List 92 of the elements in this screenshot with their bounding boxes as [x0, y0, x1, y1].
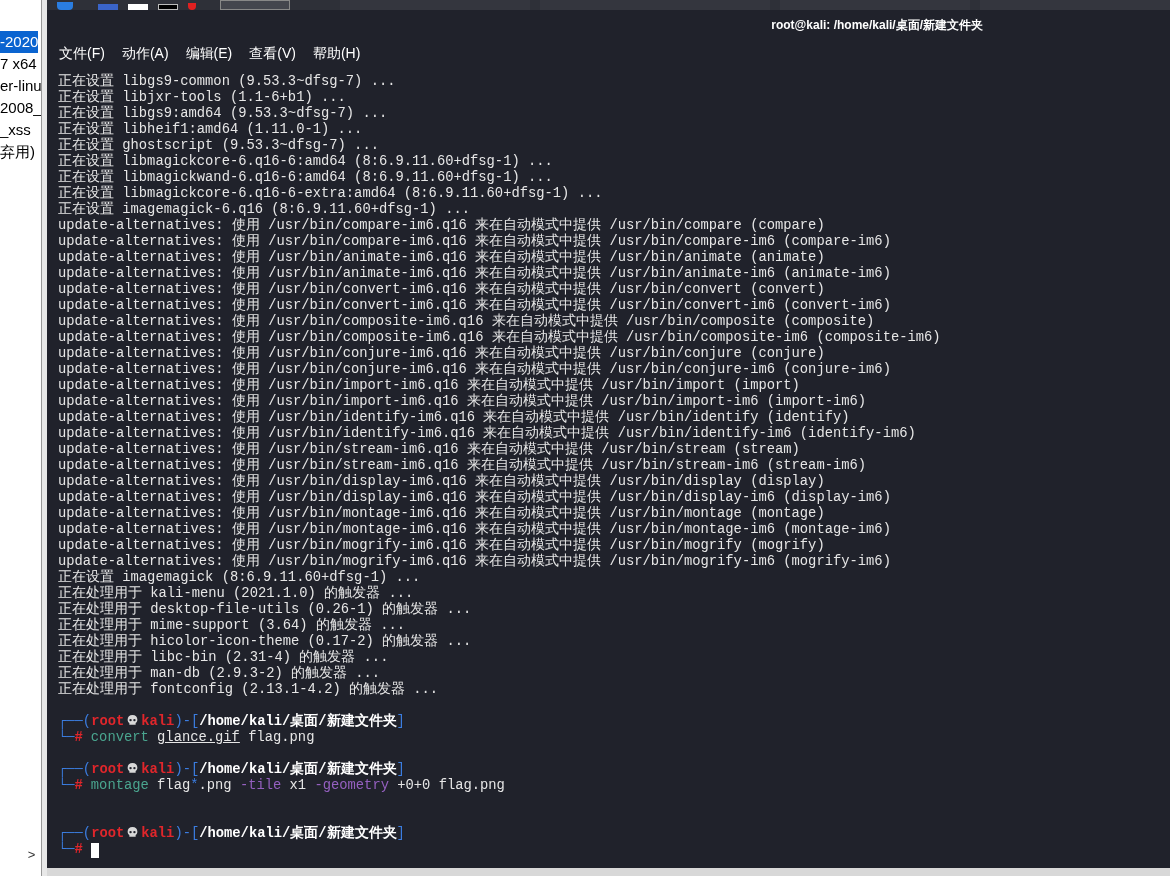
prompt-user: root	[91, 714, 125, 729]
prompt-frame: ]	[396, 826, 405, 841]
app-icon[interactable]	[158, 4, 178, 10]
terminal-line: update-alternatives: 使用 /usr/bin/montage-im6.q16 来在自动模式中提供 /usr/bin/montage (montage)	[58, 506, 825, 521]
terminal-line: 正在处理用于 man-db (2.9.3-2) 的触发器 ...	[58, 666, 381, 681]
terminal-line: update-alternatives: 使用 /usr/bin/animate-im6.q16 来在自动模式中提供 /usr/bin/animate-im6 (animate-im6)	[58, 266, 891, 281]
prompt-frame: )-[	[174, 826, 200, 841]
terminal-line: update-alternatives: 使用 /usr/bin/import-im6.q16 来在自动模式中提供 /usr/bin/import (import)	[58, 378, 800, 393]
terminal-line: 正在处理用于 desktop-file-utils (0.26-1) 的触发器 ...	[58, 602, 472, 617]
prompt-symbol: #	[74, 778, 83, 794]
terminal-line: 正在设置 libmagickcore-6.q16-6-extra:amd64 (8:6.9.11.60+dfsg-1) ...	[58, 186, 603, 201]
glob-symbol: *	[190, 778, 199, 794]
prompt-host: kali	[141, 762, 175, 777]
terminal-line: 正在设置 libgs9:amd64 (9.53.3~dfsg-7) ...	[58, 106, 388, 121]
command-argument: +0+0 flag.png	[396, 778, 505, 794]
terminal-line: 正在设置 libjxr-tools (1.1-6+b1) ...	[58, 90, 346, 105]
terminal-line: 正在设置 libheif1:amd64 (1.11.0-1) ...	[58, 122, 363, 137]
prompt-frame: ┌──(	[58, 826, 92, 841]
terminal-line: update-alternatives: 使用 /usr/bin/compare-im6.q16 来在自动模式中提供 /usr/bin/compare (compare)	[58, 218, 825, 233]
menu-item[interactable]: 帮助(H)	[312, 42, 361, 64]
menu-item[interactable]: 查看(V)	[249, 42, 296, 64]
menu-item[interactable]: 编辑(E)	[185, 42, 233, 64]
terminal-line: update-alternatives: 使用 /usr/bin/conjure-im6.q16 来在自动模式中提供 /usr/bin/conjure (conjure)	[58, 346, 825, 361]
terminal-line: update-alternatives: 使用 /usr/bin/conjure-im6.q16 来在自动模式中提供 /usr/bin/conjure-im6 (conjure-im6)	[58, 362, 891, 377]
terminal-line: 正在设置 imagemagick (8:6.9.11.60+dfsg-1) ...	[58, 570, 421, 585]
terminal-line: 正在处理用于 fontconfig (2.13.1-4.2) 的触发器 ...	[58, 682, 439, 698]
prompt-frame: └─	[58, 778, 75, 794]
terminal-line: update-alternatives: 使用 /usr/bin/identify-im6.q16 来在自动模式中提供 /usr/bin/identify (identify)	[58, 410, 850, 425]
terminal-line: update-alternatives: 使用 /usr/bin/import-im6.q16 来在自动模式中提供 /usr/bin/import-im6 (import-im6)	[58, 394, 867, 409]
terminal-line: 正在处理用于 mime-support (3.64) 的触发器 ...	[58, 618, 405, 633]
prompt-frame: └─	[58, 730, 75, 746]
terminal-line: update-alternatives: 使用 /usr/bin/mogrify-im6.q16 来在自动模式中提供 /usr/bin/mogrify (mogrify)	[58, 538, 825, 553]
prompt-user: root	[91, 826, 125, 841]
terminal-line: update-alternatives: 使用 /usr/bin/convert-im6.q16 来在自动模式中提供 /usr/bin/convert-im6 (convert-im6)	[58, 298, 891, 313]
window-title: root@kali: /home/kali/桌面/新建文件夹	[771, 17, 983, 34]
list-item[interactable]: 7 x64	[0, 53, 37, 75]
terminal-line: 正在设置 libmagickwand-6.q16-6:amd64 (8:6.9.11.60+dfsg-1) ...	[58, 170, 553, 185]
prompt-symbol: #	[74, 842, 83, 858]
terminal-line: update-alternatives: 使用 /usr/bin/compare-im6.q16 来在自动模式中提供 /usr/bin/compare-im6 (compare-im6)	[58, 234, 891, 249]
prompt-path: /home/kali/桌面/新建文件夹	[199, 826, 397, 841]
prompt-frame: └─	[58, 842, 75, 858]
command-argument: flag	[156, 778, 191, 794]
command-argument: x1	[288, 778, 308, 794]
skull-icon	[126, 762, 140, 775]
command-name: convert	[90, 730, 150, 746]
terminal-line: update-alternatives: 使用 /usr/bin/animate-im6.q16 来在自动模式中提供 /usr/bin/animate (animate)	[58, 250, 825, 265]
terminal-line: 正在处理用于 kali-menu (2021.1.0) 的触发器 ...	[58, 586, 414, 601]
terminal-line: 正在处理用于 hicolor-icon-theme (0.17-2) 的触发器 ...	[58, 634, 472, 649]
skull-icon	[126, 826, 140, 839]
terminal-line: 正在设置 libmagickcore-6.q16-6:amd64 (8:6.9.11.60+dfsg-1) ...	[58, 154, 553, 169]
terminal-line: update-alternatives: 使用 /usr/bin/convert-im6.q16 来在自动模式中提供 /usr/bin/convert (convert)	[58, 282, 825, 297]
command-name: montage	[90, 778, 149, 794]
terminal-line: update-alternatives: 使用 /usr/bin/display-im6.q16 来在自动模式中提供 /usr/bin/display-im6 (display-im6)	[58, 490, 891, 505]
list-item[interactable]: er-linu	[0, 75, 42, 97]
command-argument: .png	[198, 778, 233, 794]
terminal-line: 正在设置 ghostscript (9.53.3~dfsg-7) ...	[58, 138, 379, 153]
prompt-frame: )-[	[174, 714, 200, 729]
terminal-line: 正在设置 libgs9-common (9.53.3~dfsg-7) ...	[58, 74, 396, 89]
command-argument: flag.png	[247, 730, 315, 746]
prompt-path: /home/kali/桌面/新建文件夹	[199, 762, 397, 777]
prompt-host: kali	[141, 826, 175, 841]
terminal-line: update-alternatives: 使用 /usr/bin/composite-im6.q16 来在自动模式中提供 /usr/bin/composite (composite)	[58, 314, 875, 329]
list-item[interactable]: _xss	[0, 119, 31, 141]
terminal-line: update-alternatives: 使用 /usr/bin/mogrify-im6.q16 来在自动模式中提供 /usr/bin/mogrify-im6 (mogrify-im6)	[58, 554, 891, 569]
prompt-host: kali	[141, 714, 175, 729]
terminal-line: update-alternatives: 使用 /usr/bin/display-im6.q16 来在自动模式中提供 /usr/bin/display (display)	[58, 474, 825, 489]
prompt-frame: ┌──(	[58, 762, 92, 777]
terminal-line: update-alternatives: 使用 /usr/bin/composite-im6.q16 来在自动模式中提供 /usr/bin/composite-im6 (composite-im6)	[58, 330, 941, 345]
terminal-line: update-alternatives: 使用 /usr/bin/stream-im6.q16 来在自动模式中提供 /usr/bin/stream (stream)	[58, 442, 800, 457]
menu-item[interactable]: 文件(F)	[59, 42, 105, 64]
prompt-user: root	[91, 762, 125, 777]
terminal-line: 正在设置 imagemagick-6.q16 (8:6.9.11.60+dfsg-1) ...	[58, 202, 471, 218]
command-option: -geometry	[314, 778, 389, 794]
menu-item[interactable]: 动作(A)	[121, 42, 169, 64]
prompt-path: /home/kali/桌面/新建文件夹	[199, 714, 397, 729]
active-window-button[interactable]	[220, 0, 290, 10]
scroll-arrow[interactable]: >	[27, 844, 36, 864]
prompt-frame: ]	[396, 714, 405, 729]
prompt-frame: )-[	[174, 762, 200, 777]
terminal-line: update-alternatives: 使用 /usr/bin/identify-im6.q16 来在自动模式中提供 /usr/bin/identify-im6 (identify-im6)	[58, 426, 916, 441]
command-option: -tile	[239, 778, 282, 794]
list-item[interactable]: -2020	[0, 31, 39, 53]
prompt-frame: ]	[396, 762, 405, 777]
terminal-line: update-alternatives: 使用 /usr/bin/stream-im6.q16 来在自动模式中提供 /usr/bin/stream-im6 (stream-im6)	[58, 458, 867, 473]
prompt-frame: ┌──(	[58, 714, 92, 729]
file-argument: glance.gif	[157, 730, 240, 746]
skull-icon	[126, 714, 140, 727]
prompt-symbol: #	[74, 730, 83, 746]
list-item[interactable]: 弃用)	[0, 141, 35, 163]
list-item[interactable]: 2008_	[0, 97, 42, 119]
terminal-line: update-alternatives: 使用 /usr/bin/montage-im6.q16 来在自动模式中提供 /usr/bin/montage-im6 (montage-im6)	[58, 522, 891, 537]
terminal-line: 正在处理用于 libc-bin (2.31-4) 的触发器 ...	[58, 650, 389, 665]
